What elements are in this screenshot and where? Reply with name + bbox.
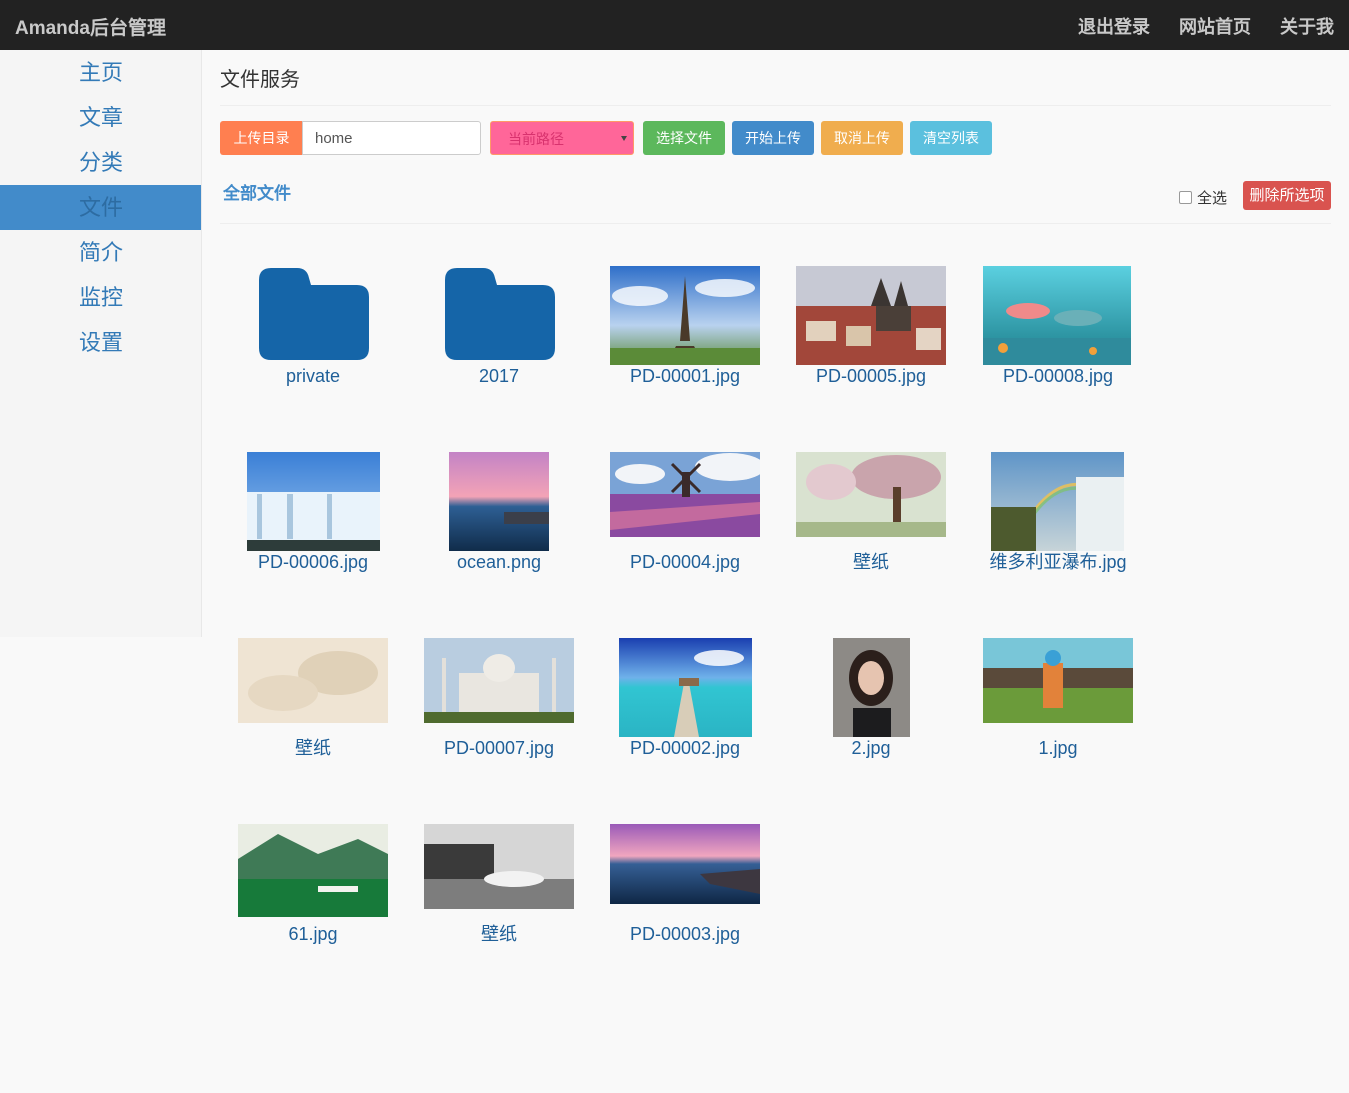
image-item[interactable]: PD-00006.jpg <box>238 452 388 588</box>
file-name: 壁纸 <box>481 924 517 944</box>
file-name: PD-00006.jpg <box>257 552 369 572</box>
image-item[interactable]: PD-00008.jpg <box>983 266 1133 402</box>
image-item[interactable]: PD-00003.jpg <box>610 824 760 960</box>
file-name: 1.jpg <box>1038 738 1078 758</box>
sidebar-item-monitor[interactable]: 监控 <box>0 275 201 320</box>
file-name: PD-00005.jpg <box>815 366 927 386</box>
file-name: 壁纸 <box>295 738 331 758</box>
file-name: PD-00004.jpg <box>629 552 741 572</box>
lake-thumbnail <box>238 824 388 917</box>
file-name: PD-00001.jpg <box>629 366 741 386</box>
file-name: 2017 <box>478 366 520 386</box>
ocean-thumbnail <box>449 452 549 551</box>
all-files-link[interactable]: 全部文件 <box>223 179 291 204</box>
wheat-thumbnail <box>238 638 388 723</box>
palm-trees-thumbnail <box>983 638 1133 723</box>
image-item[interactable]: 61.jpg <box>238 824 388 960</box>
image-item[interactable]: 壁纸 <box>424 824 574 949</box>
eiffel-tower-thumbnail <box>610 266 760 365</box>
image-item[interactable]: 壁纸 <box>238 638 388 763</box>
page-title: 文件服务 <box>220 50 1331 106</box>
portrait-thumbnail <box>833 638 910 737</box>
select-all-label: 全选 <box>1196 190 1227 207</box>
site-home-link[interactable]: 网站首页 <box>1179 13 1251 39</box>
file-name: PD-00002.jpg <box>629 738 741 758</box>
prague-thumbnail <box>796 266 946 365</box>
select-all[interactable]: 全选 <box>1178 187 1227 208</box>
bw-shore-thumbnail <box>424 824 574 909</box>
select-all-checkbox[interactable] <box>1178 191 1192 204</box>
main-content: 文件服务 上传目录 当前路径 选择文件 开始上传 取消上传 清空列表 全部文件 … <box>220 50 1331 224</box>
sidebar-item-home[interactable]: 主页 <box>0 50 201 95</box>
upload-dir-input[interactable] <box>302 121 481 155</box>
folder-icon <box>259 268 369 360</box>
file-name: PD-00003.jpg <box>629 924 741 944</box>
upload-dir-label: 上传目录 <box>220 121 303 155</box>
file-list-header: 全部文件 全选 删除所选项 <box>220 177 1331 224</box>
folder-icon <box>445 268 555 360</box>
file-grid: private 2017 PD-00001.jpg PD-00005.jpg P… <box>0 0 1349 1093</box>
cancel-upload-button[interactable]: 取消上传 <box>821 121 903 155</box>
file-name: private <box>285 366 341 386</box>
path-select[interactable]: 当前路径 <box>490 121 634 155</box>
file-name: ocean.png <box>456 552 542 572</box>
file-name: 壁纸 <box>853 552 889 572</box>
image-item[interactable]: PD-00004.jpg <box>610 452 760 588</box>
sunset-coast-thumbnail <box>610 824 760 904</box>
folder-item-2017[interactable]: 2017 <box>424 260 574 396</box>
brand-title[interactable]: Amanda后台管理 <box>15 13 166 40</box>
file-name: 2.jpg <box>851 738 891 758</box>
top-nav: 退出登录 网站首页 关于我 <box>1078 13 1334 39</box>
image-item[interactable]: 维多利亚瀑布.jpg <box>983 452 1133 588</box>
pier-thumbnail <box>619 638 752 737</box>
blossom-tree-thumbnail <box>796 452 946 537</box>
image-item[interactable]: PD-00005.jpg <box>796 266 946 402</box>
image-item[interactable]: PD-00001.jpg <box>610 266 760 402</box>
waterfall-thumbnail <box>247 452 380 551</box>
sidebar-item-files[interactable]: 文件 <box>0 185 201 230</box>
start-upload-button[interactable]: 开始上传 <box>732 121 814 155</box>
victoria-falls-thumbnail <box>991 452 1124 551</box>
image-item[interactable]: PD-00002.jpg <box>610 638 760 774</box>
path-select-value: 当前路径 <box>508 131 564 147</box>
taj-mahal-thumbnail <box>424 638 574 723</box>
about-me-link[interactable]: 关于我 <box>1280 13 1334 39</box>
choose-file-button[interactable]: 选择文件 <box>643 121 725 155</box>
image-item[interactable]: ocean.png <box>424 452 574 588</box>
image-item[interactable]: 1.jpg <box>983 638 1133 774</box>
clear-list-button[interactable]: 清空列表 <box>910 121 992 155</box>
image-item[interactable]: 2.jpg <box>796 638 946 774</box>
image-item[interactable]: 壁纸 <box>796 452 946 577</box>
sidebar-item-settings[interactable]: 设置 <box>0 320 201 365</box>
delete-selected-button[interactable]: 删除所选项 <box>1243 181 1331 210</box>
image-item[interactable]: PD-00007.jpg <box>424 638 574 774</box>
sidebar: 主页 文章 分类 文件 简介 监控 设置 <box>0 50 202 637</box>
file-name: PD-00008.jpg <box>1002 366 1114 386</box>
chevron-down-icon <box>621 136 627 141</box>
sidebar-item-categories[interactable]: 分类 <box>0 140 201 185</box>
logout-link[interactable]: 退出登录 <box>1078 13 1150 39</box>
sidebar-item-intro[interactable]: 简介 <box>0 230 201 275</box>
folder-item-private[interactable]: private <box>238 260 388 396</box>
snorkel-thumbnail <box>983 266 1131 365</box>
file-name: 维多利亚瀑布.jpg <box>989 552 1127 572</box>
file-name: PD-00007.jpg <box>443 738 555 758</box>
sidebar-item-articles[interactable]: 文章 <box>0 95 201 140</box>
file-name: 61.jpg <box>288 924 338 944</box>
windmill-thumbnail <box>610 452 760 537</box>
top-navbar: Amanda后台管理 退出登录 网站首页 关于我 <box>0 0 1349 50</box>
